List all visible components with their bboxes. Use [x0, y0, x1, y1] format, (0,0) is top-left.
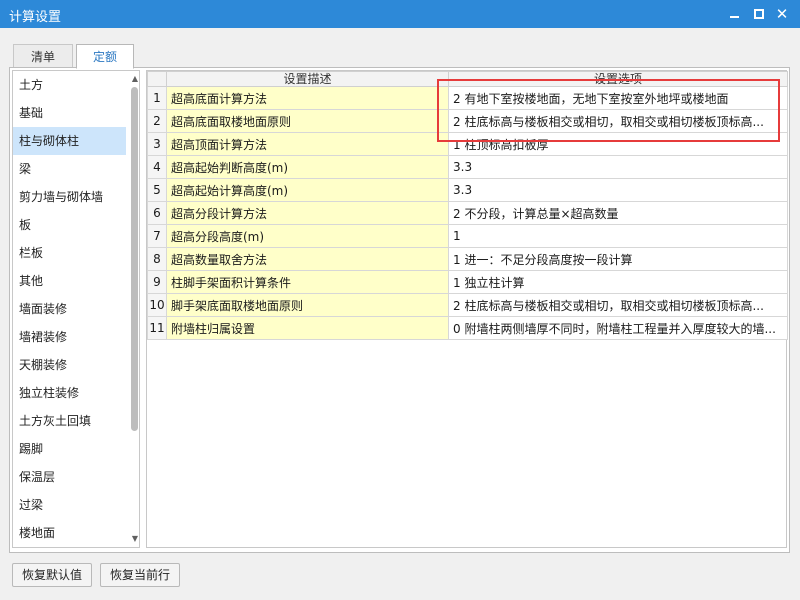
row-number: 8: [147, 247, 167, 271]
row-option-value[interactable]: 1 柱顶标高扣板厚: [448, 132, 788, 156]
row-description: 超高起始判断高度(m): [166, 155, 449, 179]
close-icon[interactable]: ✕: [772, 4, 792, 24]
row-description: 柱脚手架面积计算条件: [166, 270, 449, 294]
table-row[interactable]: 8 超高数量取舍方法 1 进一：不足分段高度按一段计算: [147, 247, 788, 271]
row-description: 超高数量取舍方法: [166, 247, 449, 271]
table-row[interactable]: 3 超高顶面计算方法 1 柱顶标高扣板厚: [147, 132, 788, 156]
header-num: [147, 71, 167, 87]
row-number: 4: [147, 155, 167, 179]
scrollbar-thumb[interactable]: [131, 87, 138, 431]
category-item[interactable]: 其他: [13, 267, 126, 295]
table-row[interactable]: 10 脚手架底面取楼地面原则 2 柱底标高与楼板相交或相切，取相交或相切楼板顶标高.…: [147, 293, 788, 317]
category-item[interactable]: 剪力墙与砌体墙: [13, 183, 126, 211]
row-description: 超高分段计算方法: [166, 201, 449, 225]
title-bar: 计算设置 ✕: [0, 0, 800, 28]
category-item[interactable]: 柱与砌体柱: [13, 127, 126, 155]
row-option-value[interactable]: 3.3: [448, 155, 788, 179]
row-option-value[interactable]: 1: [448, 224, 788, 248]
category-item[interactable]: 楼地面: [13, 519, 126, 547]
row-number: 11: [147, 316, 167, 340]
row-option-value[interactable]: 2 柱底标高与楼板相交或相切，取相交或相切楼板顶标高...: [448, 293, 788, 317]
header-option: 设置选项: [448, 71, 788, 87]
table-row[interactable]: 6 超高分段计算方法 2 不分段，计算总量×超高数量: [147, 201, 788, 225]
row-number: 5: [147, 178, 167, 202]
row-description: 超高底面计算方法: [166, 86, 449, 110]
table-row[interactable]: 7 超高分段高度(m) 1: [147, 224, 788, 248]
category-item[interactable]: 墙裙装修: [13, 323, 126, 351]
row-description: 超高底面取楼地面原则: [166, 109, 449, 133]
row-option-value[interactable]: 1 独立柱计算: [448, 270, 788, 294]
row-description: 超高分段高度(m): [166, 224, 449, 248]
row-option-value[interactable]: 0 附墙柱两侧墙厚不同时，附墙柱工程量并入厚度较大的墙...: [448, 316, 788, 340]
row-description: 附墙柱归属设置: [166, 316, 449, 340]
category-item[interactable]: 栏板: [13, 239, 126, 267]
table-row[interactable]: 11 附墙柱归属设置 0 附墙柱两侧墙厚不同时，附墙柱工程量并入厚度较大的墙...: [147, 316, 788, 340]
row-description: 超高顶面计算方法: [166, 132, 449, 156]
category-item[interactable]: 梁: [13, 155, 126, 183]
row-option-value[interactable]: 2 柱底标高与楼板相交或相切，取相交或相切楼板顶标高...: [448, 109, 788, 133]
table-row[interactable]: 2 超高底面取楼地面原则 2 柱底标高与楼板相交或相切，取相交或相切楼板顶标高...: [147, 109, 788, 133]
category-scrollbar[interactable]: ▲ ▼: [130, 71, 139, 547]
row-option-value[interactable]: 2 有地下室按楼地面，无地下室按室外地坪或楼地面: [448, 86, 788, 110]
row-number: 9: [147, 270, 167, 294]
table-row[interactable]: 1 超高底面计算方法 2 有地下室按楼地面，无地下室按室外地坪或楼地面: [147, 86, 788, 110]
restore-current-row-button[interactable]: 恢复当前行: [100, 563, 180, 587]
table-row[interactable]: 9 柱脚手架面积计算条件 1 独立柱计算: [147, 270, 788, 294]
row-option-value[interactable]: 3.3: [448, 178, 788, 202]
scroll-up-icon[interactable]: ▲: [131, 74, 139, 84]
category-item[interactable]: 独立柱装修: [13, 379, 126, 407]
category-item[interactable]: 保温层: [13, 463, 126, 491]
row-option-value[interactable]: 2 不分段，计算总量×超高数量: [448, 201, 788, 225]
row-description: 脚手架底面取楼地面原则: [166, 293, 449, 317]
row-number: 3: [147, 132, 167, 156]
category-item[interactable]: 踢脚: [13, 435, 126, 463]
window-title: 计算设置: [9, 10, 62, 25]
row-number: 2: [147, 109, 167, 133]
table-row[interactable]: 5 超高起始计算高度(m) 3.3: [147, 178, 788, 202]
scroll-down-icon[interactable]: ▼: [131, 534, 139, 544]
category-item[interactable]: 土方: [13, 71, 126, 99]
settings-grid: 设置描述 设置选项 1 超高底面计算方法 2 有地下室按楼地面，无地下室按室外地坪或…: [146, 70, 788, 548]
tab-list[interactable]: 清单: [13, 44, 73, 68]
minimize-icon[interactable]: [725, 4, 745, 24]
row-description: 超高起始计算高度(m): [166, 178, 449, 202]
maximize-icon[interactable]: [749, 4, 769, 24]
category-item[interactable]: 基础: [13, 99, 126, 127]
category-item[interactable]: 墙面装修: [13, 295, 126, 323]
category-item[interactable]: 过梁: [13, 491, 126, 519]
category-item[interactable]: 土方灰土回填: [13, 407, 126, 435]
restore-default-button[interactable]: 恢复默认值: [12, 563, 92, 587]
category-list: 土方 基础 柱与砌体柱梁剪力墙与砌体墙板栏板 其他 墙面装修 墙裙装修 天棚装修 独立柱装修土…: [12, 70, 140, 548]
category-item[interactable]: 天棚装修: [13, 351, 126, 379]
table-row[interactable]: 4 超高起始判断高度(m) 3.3: [147, 155, 788, 179]
table-header-row: 设置描述 设置选项: [147, 71, 788, 87]
row-number: 1: [147, 86, 167, 110]
row-number: 6: [147, 201, 167, 225]
tab-quota[interactable]: 定额: [76, 44, 134, 69]
row-option-value[interactable]: 1 进一：不足分段高度按一段计算: [448, 247, 788, 271]
header-description: 设置描述: [166, 71, 449, 87]
row-number: 10: [147, 293, 167, 317]
row-number: 7: [147, 224, 167, 248]
category-item[interactable]: 板: [13, 211, 126, 239]
settings-table: 设置描述 设置选项 1 超高底面计算方法 2 有地下室按楼地面，无地下室按室外地坪或…: [147, 71, 788, 340]
